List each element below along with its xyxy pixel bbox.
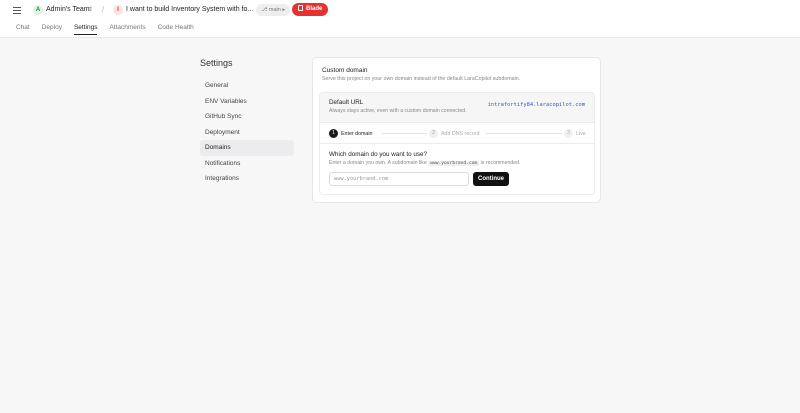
tab-settings[interactable]: Settings (73, 24, 98, 35)
continue-button[interactable]: Continue (473, 172, 509, 186)
default-url-value[interactable]: intrafortify84.laracopilot.com (488, 102, 585, 108)
custom-domain-panel: Custom domain Serve this project on your… (312, 57, 601, 203)
project-avatar[interactable]: I (113, 5, 123, 15)
nav-item-notifications[interactable]: Notifications (200, 156, 294, 172)
tab-code-health[interactable]: Code Health (158, 24, 194, 35)
section-title: Custom domain (322, 67, 368, 74)
blade-button-label: Blade (306, 6, 323, 12)
tab-deploy[interactable]: Deploy (42, 24, 62, 35)
domain-question: Which domain do you want to use? (329, 151, 428, 158)
file-icon (298, 5, 303, 11)
settings-nav: General ENV Variables GitHub Sync Deploy… (200, 78, 294, 187)
page-title: Settings (200, 58, 233, 68)
nav-item-domains[interactable]: Domains (200, 140, 294, 156)
default-url-row: Default URL Always stays active, even wi… (320, 93, 594, 123)
step-2-label: Add DNS record (441, 131, 480, 137)
top-bar: A Admin's Team ⇕ / I I want to build Inv… (0, 0, 800, 38)
nav-item-env-variables[interactable]: ENV Variables (200, 94, 294, 110)
blade-button[interactable]: Blade (292, 3, 329, 16)
domain-card: Default URL Always stays active, even wi… (319, 92, 595, 195)
step-1-label: Enter domain (341, 131, 373, 137)
branch-icon: ⎇ (261, 7, 269, 13)
branch-badge[interactable]: ⎇ main ▸ (256, 4, 291, 16)
chevron-down-icon[interactable]: ⌄ (242, 6, 247, 13)
section-description: Serve this project on your own domain in… (322, 76, 521, 82)
default-url-label: Default URL (329, 99, 364, 106)
header-row: A Admin's Team ⇕ / I I want to build Inv… (0, 3, 800, 19)
step-2-number: 2 (429, 129, 438, 138)
play-icon: ▸ (280, 7, 286, 13)
domain-input[interactable] (329, 172, 469, 186)
menu-icon[interactable] (13, 7, 21, 15)
domain-hint: Enter a domain you own. A subdomain like… (329, 160, 520, 166)
domain-hint-suffix: is recommended. (479, 160, 521, 166)
project-switcher[interactable]: I want to build Inventory System with fo… (126, 6, 253, 13)
team-avatar[interactable]: A (33, 5, 43, 15)
nav-item-deployment[interactable]: Deployment (200, 125, 294, 141)
step-3-label: Live (576, 131, 586, 137)
domain-hint-example: www.yourbrand.com (428, 161, 480, 166)
tab-bar: Chat Deploy Settings Attachments Code He… (16, 24, 206, 35)
branch-name: main (268, 7, 281, 13)
nav-item-general[interactable]: General (200, 78, 294, 94)
stepper: 1 Enter domain 2 Add DNS record 3 Live (320, 124, 594, 144)
step-connector (486, 133, 562, 134)
breadcrumb-separator: / (102, 5, 105, 14)
nav-item-github-sync[interactable]: GitHub Sync (200, 109, 294, 125)
chevron-updown-icon[interactable]: ⇕ (88, 6, 93, 13)
tab-attachments[interactable]: Attachments (109, 24, 145, 35)
team-switcher[interactable]: Admin's Team (46, 6, 90, 13)
step-3-number: 3 (564, 129, 573, 138)
domain-hint-text: Enter a domain you own. A subdomain like (329, 160, 429, 166)
default-url-description: Always stays active, even with a custom … (329, 108, 467, 114)
nav-item-integrations[interactable]: Integrations (200, 171, 294, 187)
step-connector (382, 133, 427, 134)
step-1-number: 1 (329, 129, 338, 138)
tab-chat[interactable]: Chat (16, 24, 30, 35)
